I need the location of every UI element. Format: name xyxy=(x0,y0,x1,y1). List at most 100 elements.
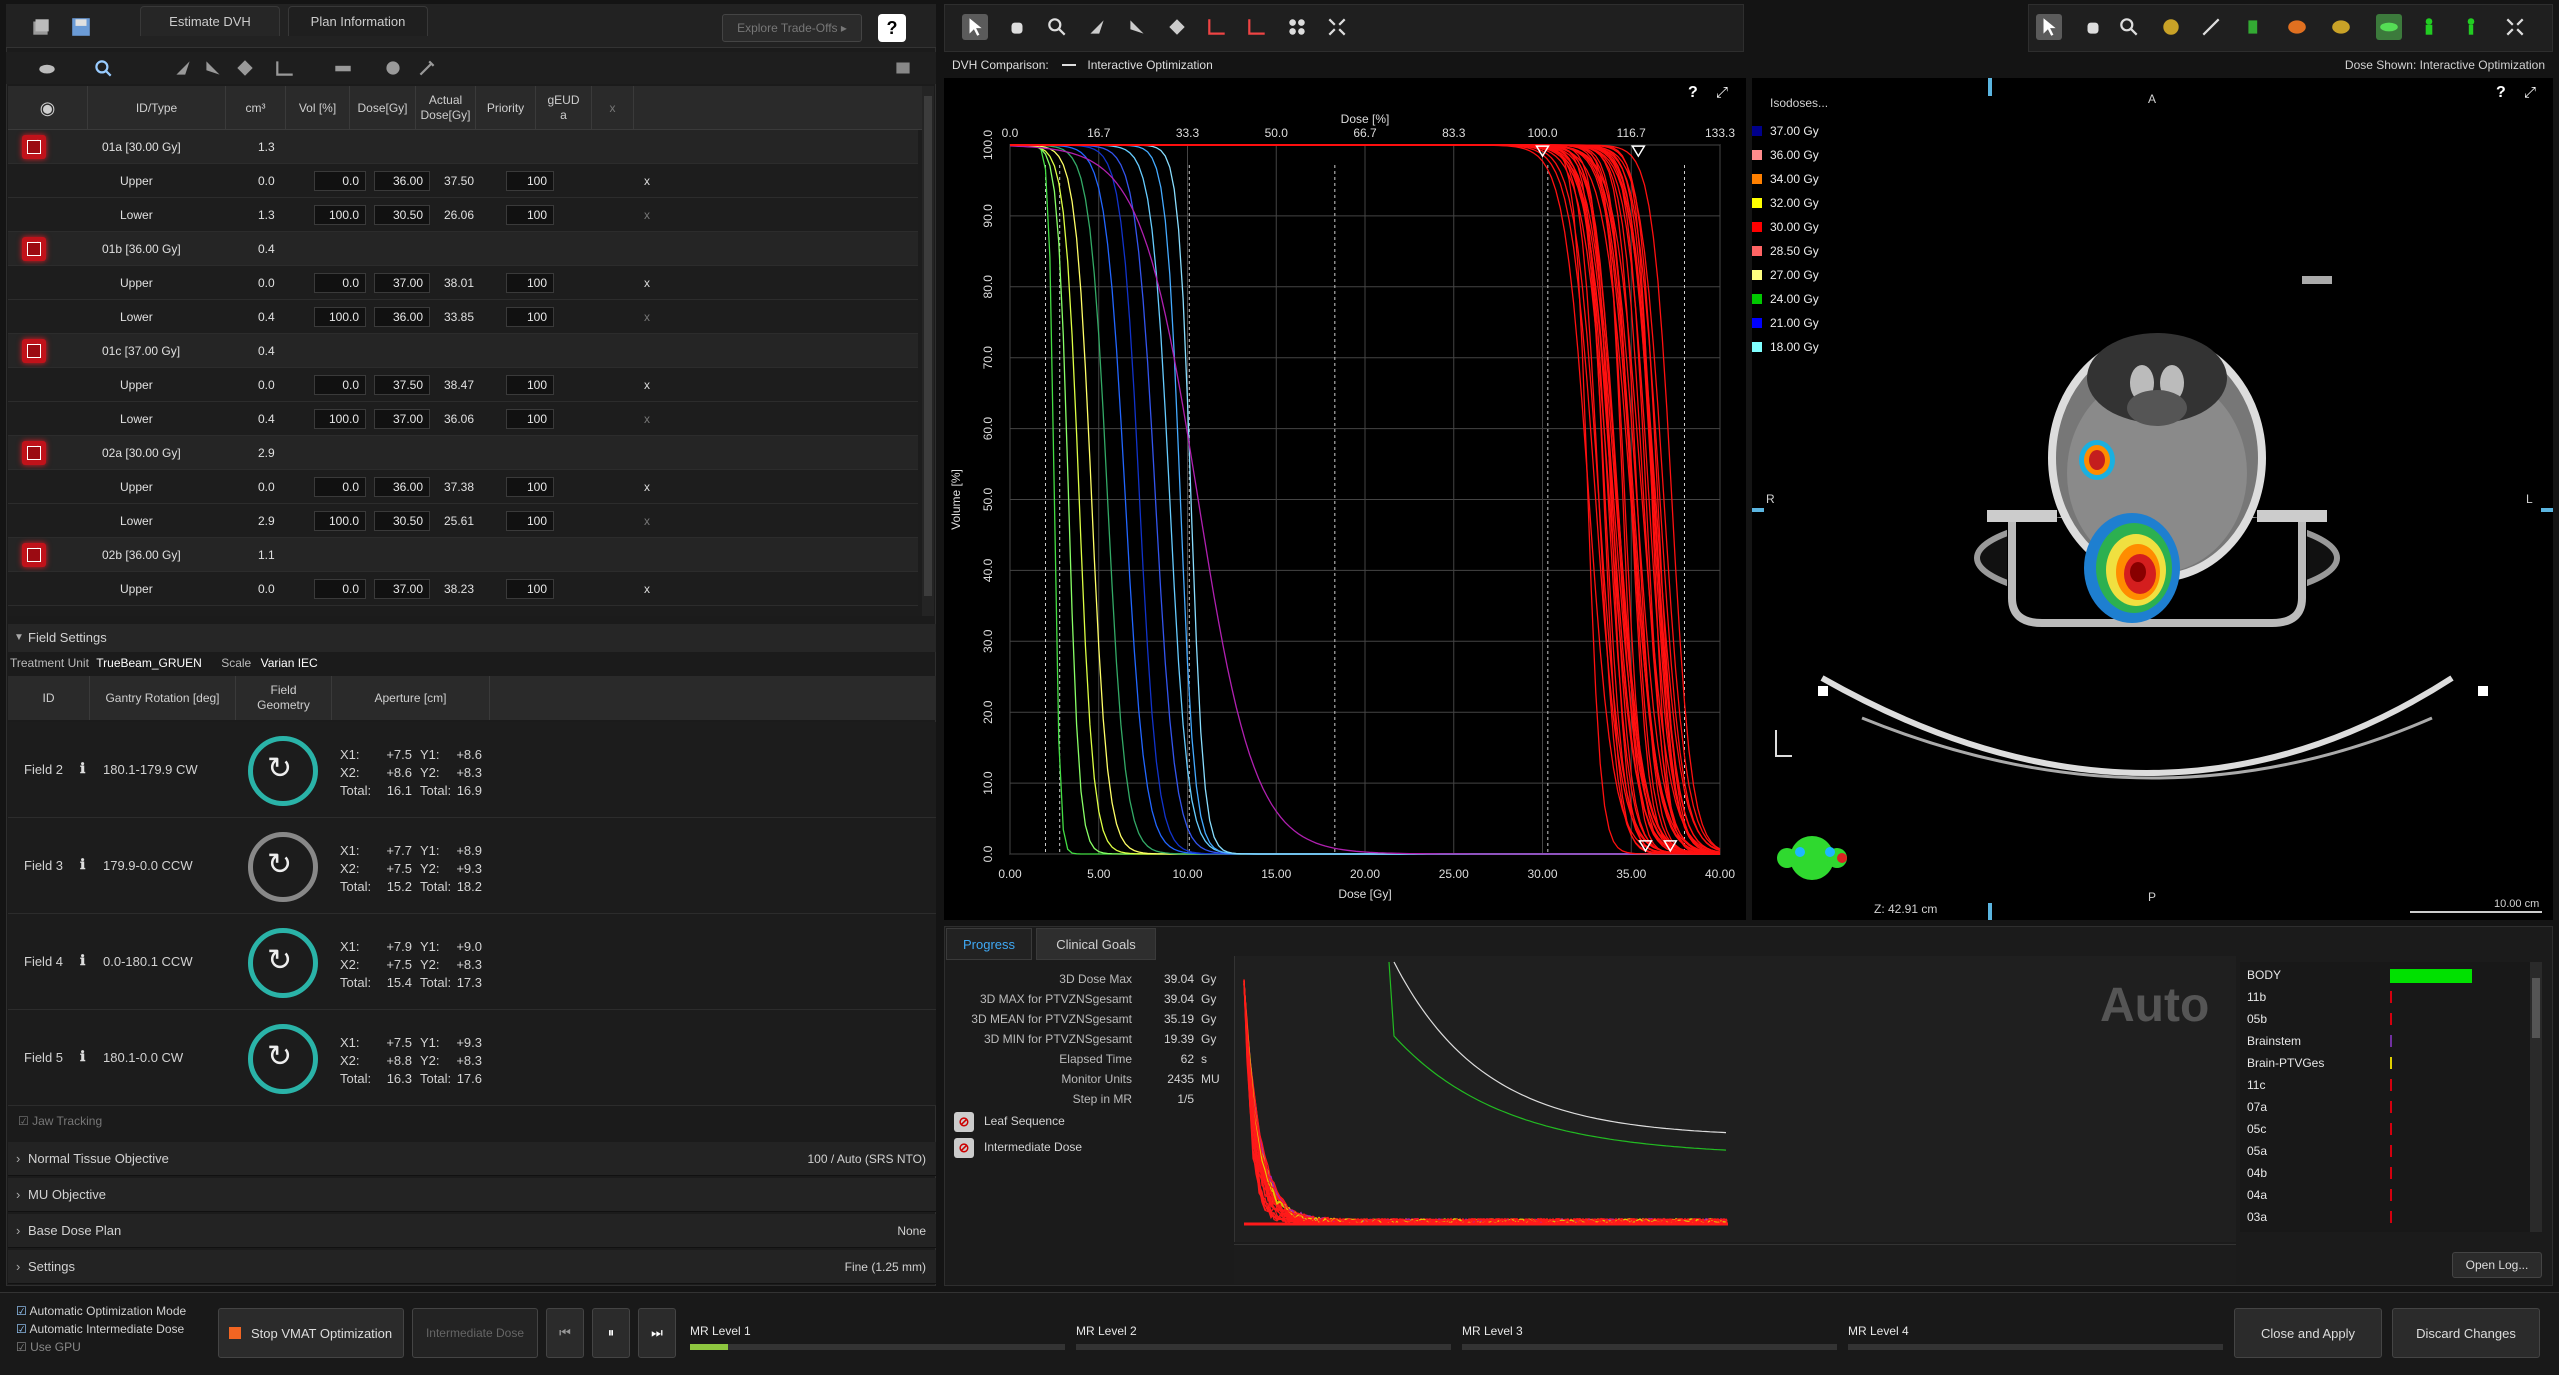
col-priority[interactable]: Priority xyxy=(476,86,536,130)
volume-input[interactable]: 100.0 xyxy=(314,409,366,429)
volume-input[interactable]: 100.0 xyxy=(314,511,366,531)
structure-checkbox[interactable]: ✓ xyxy=(22,543,46,567)
priority-input[interactable]: 100 xyxy=(506,205,554,225)
structure-checkbox[interactable]: ✓ xyxy=(22,339,46,363)
search-structure-icon[interactable] xyxy=(90,55,116,81)
dose-input[interactable]: 37.00 xyxy=(374,409,430,429)
tab-progress[interactable]: Progress xyxy=(946,928,1032,960)
open-log-button[interactable]: Open Log... xyxy=(2452,1252,2542,1278)
delete-objective-icon[interactable]: x xyxy=(644,198,650,232)
nto-icon[interactable] xyxy=(380,55,406,81)
grid-icon[interactable] xyxy=(1284,14,1310,40)
structure-name[interactable]: 07a xyxy=(2247,1100,2267,1114)
view-frontal-icon[interactable] xyxy=(2416,14,2442,40)
priority-input[interactable]: 100 xyxy=(506,477,554,497)
col-vol[interactable]: Vol [%] xyxy=(286,86,350,130)
stop-vmat-button[interactable]: Stop VMAT Optimization xyxy=(218,1308,404,1358)
image-fit-icon[interactable] xyxy=(2502,14,2528,40)
field-row[interactable]: Field 5 ℹ 180.1-0.0 CW ↻ X1: +7.5 Y1: +9.3 X2: +8… xyxy=(8,1010,936,1106)
structure-name[interactable]: Brainstem xyxy=(2247,1034,2301,1048)
isodose-item[interactable]: 24.00 Gy xyxy=(1752,292,1819,306)
structure-name[interactable]: Brain-PTVGes xyxy=(2247,1056,2324,1070)
line-objective-icon[interactable] xyxy=(272,55,298,81)
structure-row[interactable]: ✓ 02b [36.00 Gy] 1.1 xyxy=(8,538,918,572)
delete-objective-icon[interactable]: x xyxy=(644,266,650,300)
pan-hand-icon[interactable] xyxy=(1004,14,1030,40)
skip-forward-button[interactable]: ⏭ xyxy=(638,1308,676,1358)
dvh-chart[interactable]: 0.00 5.00 10.00 15.00 20.00 25.00 30.00 35.00 40… xyxy=(944,78,1746,920)
image-help-icon[interactable]: ? xyxy=(2496,84,2506,102)
dose-input[interactable]: 36.00 xyxy=(374,171,430,191)
col-actual[interactable]: Actual Dose[Gy] xyxy=(416,86,476,130)
isodose-item[interactable]: 36.00 Gy xyxy=(1752,148,1819,162)
ct-image[interactable] xyxy=(1752,78,2553,920)
priority-input[interactable]: 100 xyxy=(506,171,554,191)
tab-plan-information[interactable]: Plan Information xyxy=(288,6,428,36)
field-info-icon[interactable]: ℹ xyxy=(80,856,85,873)
objective-row[interactable]: Upper 0.0 0.0 37.00 38.01 100 x xyxy=(8,266,918,300)
priority-input[interactable]: 100 xyxy=(506,511,554,531)
structure-checkbox[interactable]: ✓ xyxy=(22,135,46,159)
structure-row[interactable]: ✓ 01a [30.00 Gy] 1.3 xyxy=(8,130,918,164)
line-constraint-icon[interactable] xyxy=(1204,14,1230,40)
priority-input[interactable]: 100 xyxy=(506,579,554,599)
col-dose[interactable]: Dose[Gy] xyxy=(350,86,416,130)
objective-row[interactable]: Lower 2.9 100.0 30.50 25.61 100 x xyxy=(8,504,918,538)
structure-row[interactable]: ✓ 02a [30.00 Gy] 2.9 xyxy=(8,436,918,470)
delete-objective-icon[interactable]: x xyxy=(644,164,650,198)
dose-input[interactable]: 37.00 xyxy=(374,579,430,599)
window-level-icon[interactable] xyxy=(2158,14,2184,40)
auto-intermediate-checkbox[interactable]: ☑ Automatic Intermediate Dose xyxy=(16,1322,184,1336)
isodose-item[interactable]: 37.00 Gy xyxy=(1752,124,1819,138)
visibility-icon[interactable]: ◉ xyxy=(8,86,88,130)
col-id[interactable]: ID/Type xyxy=(88,86,226,130)
priority-input[interactable]: 100 xyxy=(506,375,554,395)
auto-optimization-checkbox[interactable]: ☑ Automatic Optimization Mode xyxy=(16,1304,186,1318)
field-info-icon[interactable]: ℹ xyxy=(80,760,85,777)
objective-row[interactable]: Upper 0.0 0.0 36.00 37.50 100 x xyxy=(8,164,918,198)
add-structure-icon[interactable] xyxy=(34,55,60,81)
tools-icon[interactable] xyxy=(414,55,440,81)
delete-objective-icon[interactable]: x xyxy=(644,572,650,606)
priority-input[interactable]: 100 xyxy=(506,273,554,293)
structure-name[interactable]: 11c xyxy=(2247,1078,2265,1092)
structure-name[interactable]: 11b xyxy=(2247,990,2266,1004)
field-row[interactable]: Field 4 ℹ 0.0-180.1 CCW ↻ X1: +7.9 Y1: +9.0 X2: +… xyxy=(8,914,936,1010)
structure-name[interactable]: 05b xyxy=(2247,1012,2267,1026)
delete-objective-icon[interactable]: x xyxy=(644,368,650,402)
measure-icon[interactable] xyxy=(2198,14,2224,40)
table-scroll-thumb[interactable] xyxy=(924,96,932,596)
volume-input[interactable]: 0.0 xyxy=(314,579,366,599)
structure-checkbox[interactable]: ✓ xyxy=(22,441,46,465)
geud-objective-icon[interactable] xyxy=(330,55,356,81)
volume-input[interactable]: 0.0 xyxy=(314,273,366,293)
isodose-item[interactable]: 27.00 Gy xyxy=(1752,268,1819,282)
close-and-apply-button[interactable]: Close and Apply xyxy=(2234,1308,2382,1358)
section-1[interactable]: MU Objective xyxy=(8,1178,936,1212)
use-gpu-checkbox[interactable]: ☑ Use GPU xyxy=(16,1340,81,1354)
dose-input[interactable]: 37.00 xyxy=(374,273,430,293)
structure-row[interactable]: ✓ 01c [37.00 Gy] 0.4 xyxy=(8,334,918,368)
upper-objective-icon[interactable] xyxy=(170,55,196,81)
isodose-item[interactable]: 34.00 Gy xyxy=(1752,172,1819,186)
field-row[interactable]: Field 2 ℹ 180.1-179.9 CW ↻ X1: +7.5 Y1: +8.6 X2:… xyxy=(8,722,936,818)
isodoses-title[interactable]: Isodoses... xyxy=(1770,96,1828,110)
tab-clinical-goals[interactable]: Clinical Goals xyxy=(1036,928,1156,960)
objective-row[interactable]: Upper 0.0 0.0 36.00 37.38 100 x xyxy=(8,470,918,504)
section-3[interactable]: Settings Fine (1.25 mm) xyxy=(8,1250,936,1284)
structure-name[interactable]: 05c xyxy=(2247,1122,2266,1136)
dose-input[interactable]: 30.50 xyxy=(374,511,430,531)
objective-row[interactable]: Upper 0.0 0.0 37.50 38.47 100 x xyxy=(8,368,918,402)
discard-changes-button[interactable]: Discard Changes xyxy=(2392,1308,2540,1358)
skip-back-button[interactable]: ⏮ xyxy=(546,1308,584,1358)
image-zoom-icon[interactable] xyxy=(2116,14,2142,40)
volume-input[interactable]: 100.0 xyxy=(314,307,366,327)
explore-trade-offs-button[interactable]: Explore Trade-Offs ▸ xyxy=(722,14,862,42)
structure-name[interactable]: BODY xyxy=(2247,968,2281,982)
pause-button[interactable]: ⏸ xyxy=(592,1308,630,1358)
field-settings-header[interactable]: Field Settings xyxy=(8,624,936,652)
line-constraint-2-icon[interactable] xyxy=(1244,14,1270,40)
volume-input[interactable]: 100.0 xyxy=(314,205,366,225)
point-objective-icon[interactable] xyxy=(232,55,258,81)
beam-eye-icon[interactable] xyxy=(2242,14,2268,40)
